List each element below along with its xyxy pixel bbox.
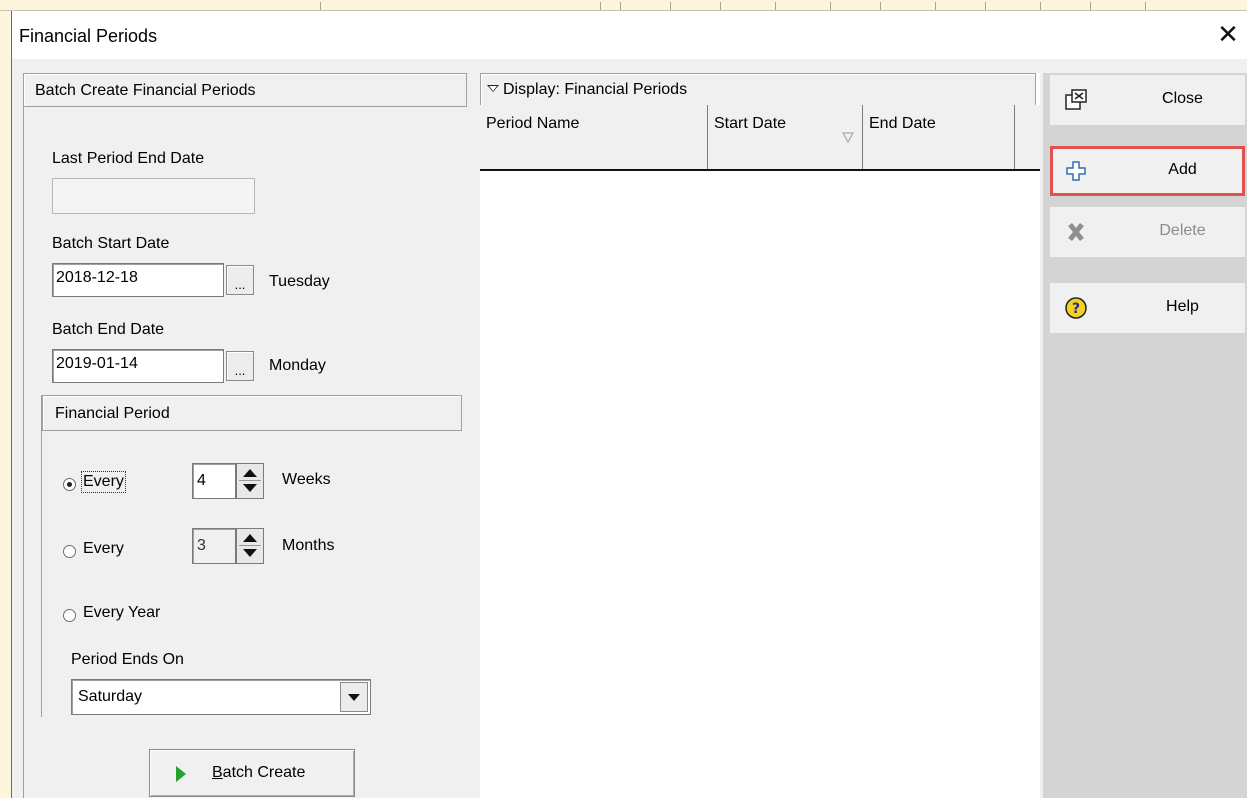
strip-tick xyxy=(1040,2,1041,10)
strip-tick xyxy=(720,2,721,10)
close-window-icon[interactable]: ✕ xyxy=(1212,19,1244,51)
column-header-filler xyxy=(1015,105,1040,169)
column-header-label: Start Date xyxy=(714,115,787,132)
batch-create-label: Batch Create xyxy=(212,764,306,781)
close-button[interactable]: Close xyxy=(1050,75,1245,125)
title-bar: Financial Periods ✕ xyxy=(12,11,1247,59)
help-button-label: Help xyxy=(1166,298,1199,315)
financial-periods-grid: Display: Financial Periods Period Name S… xyxy=(480,73,1040,798)
batch-end-label: Batch End Date xyxy=(52,321,165,338)
help-button[interactable]: ? Help xyxy=(1050,283,1245,333)
every-weeks-label[interactable]: Every xyxy=(81,471,126,493)
strip-tick xyxy=(1145,2,1146,10)
sort-indicator-icon xyxy=(842,132,854,143)
column-header-label: End Date xyxy=(869,115,936,132)
batch-start-date-input[interactable]: 2018-12-18 xyxy=(52,263,224,297)
batch-create-button[interactable]: Batch Create xyxy=(149,749,355,797)
months-unit-label: Months xyxy=(282,537,335,554)
window-title: Financial Periods xyxy=(19,26,158,46)
every-year-radio[interactable] xyxy=(63,609,76,622)
column-header-label: Period Name xyxy=(486,115,580,132)
weeks-stepper[interactable]: 4 xyxy=(192,463,264,499)
weeks-value[interactable]: 4 xyxy=(192,463,236,499)
column-header-start-date[interactable]: Start Date xyxy=(708,105,863,169)
batch-end-picker-button[interactable]: ... xyxy=(226,351,254,381)
weeks-spin-buttons[interactable] xyxy=(236,463,264,499)
period-ends-on-select[interactable]: Saturday xyxy=(71,679,371,715)
last-period-end-label: Last Period End Date xyxy=(52,150,205,167)
financial-period-header: Financial Period xyxy=(42,395,462,431)
batch-start-picker-button[interactable]: ... xyxy=(226,265,254,295)
months-spin-buttons xyxy=(236,528,264,564)
every-months-label[interactable]: Every xyxy=(83,540,124,558)
strip-tick xyxy=(320,2,321,10)
strip-tick xyxy=(600,2,601,10)
batch-create-panel: Batch Create Financial Periods Last Peri… xyxy=(23,73,469,798)
spin-down-icon xyxy=(243,549,257,557)
display-header-label: Display: Financial Periods xyxy=(503,81,688,98)
period-ends-on-value: Saturday xyxy=(78,688,143,705)
collapse-chevron-icon[interactable] xyxy=(487,85,499,92)
spin-divider xyxy=(239,480,261,481)
strip-tick xyxy=(830,2,831,10)
spin-up-icon[interactable] xyxy=(243,469,257,477)
add-button[interactable]: Add xyxy=(1050,146,1245,196)
display-header[interactable]: Display: Financial Periods xyxy=(480,73,1036,105)
strip-tick xyxy=(985,2,986,10)
every-weeks-radio[interactable] xyxy=(63,478,76,491)
batch-end-date-input[interactable]: 2019-01-14 xyxy=(52,349,224,383)
strip-tick xyxy=(935,2,936,10)
weeks-unit-label: Weeks xyxy=(282,471,331,488)
period-ends-on-label: Period Ends On xyxy=(71,651,184,668)
close-button-label: Close xyxy=(1162,90,1203,107)
batch-create-header: Batch Create Financial Periods xyxy=(23,73,467,107)
column-header-period-name[interactable]: Period Name xyxy=(480,105,708,169)
actions-panel: Close Add Delete ? Help xyxy=(1043,73,1247,798)
financial-period-header-label: Financial Period xyxy=(55,405,170,422)
chevron-down-icon[interactable] xyxy=(340,682,368,712)
column-header-end-date[interactable]: End Date xyxy=(863,105,1015,169)
batch-start-weekday: Tuesday xyxy=(269,273,330,290)
strip-tick xyxy=(620,2,621,10)
play-icon xyxy=(176,766,186,782)
background-strip xyxy=(0,0,1247,11)
financial-period-group: Financial Period Every 4 Weeks Every 3 M… xyxy=(41,395,462,717)
spin-up-icon xyxy=(243,534,257,542)
batch-start-label: Batch Start Date xyxy=(52,235,170,252)
delete-button-label: Delete xyxy=(1159,222,1206,239)
months-stepper: 3 xyxy=(192,528,264,564)
add-button-label: Add xyxy=(1168,161,1197,178)
delete-button[interactable]: Delete xyxy=(1050,207,1245,257)
strip-tick xyxy=(1090,2,1091,10)
strip-tick xyxy=(775,2,776,10)
spin-down-icon[interactable] xyxy=(243,484,257,492)
spin-divider xyxy=(239,545,261,546)
strip-tick xyxy=(880,2,881,10)
batch-end-weekday: Monday xyxy=(269,357,326,374)
every-months-radio[interactable] xyxy=(63,545,76,558)
months-value: 3 xyxy=(192,528,236,564)
strip-tick xyxy=(670,2,671,10)
grid-body[interactable] xyxy=(480,171,1040,798)
batch-create-header-label: Batch Create Financial Periods xyxy=(35,82,256,99)
panel-border xyxy=(23,107,24,798)
every-year-label[interactable]: Every Year xyxy=(83,604,160,622)
last-period-end-field xyxy=(52,178,255,214)
